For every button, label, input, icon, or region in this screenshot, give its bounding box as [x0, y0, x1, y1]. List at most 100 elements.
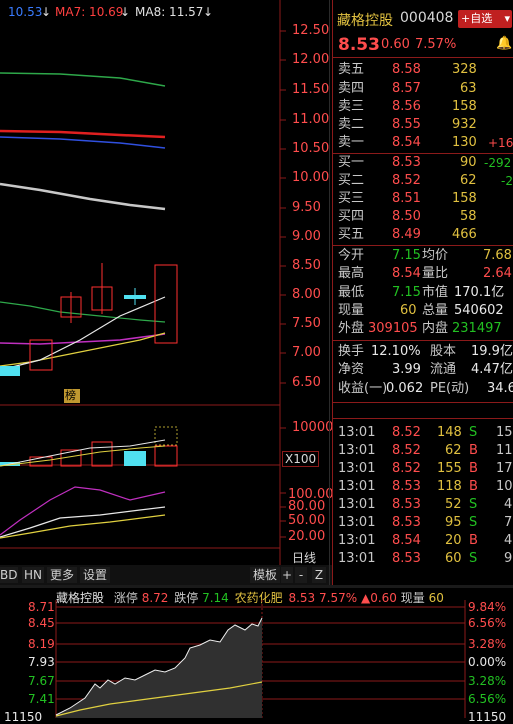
tick-count: 7: [504, 515, 513, 530]
ask-price: 8.56: [392, 99, 421, 114]
stat-label: 均价: [422, 248, 449, 263]
toolbar-btn-settings[interactable]: 设置: [80, 567, 110, 583]
stat-share-capital: 19.9亿: [471, 344, 513, 359]
osc-magenta: [0, 486, 166, 536]
arrow-down-icon: ↓: [120, 5, 131, 19]
price-change: 0.60: [381, 37, 410, 52]
bid-volume: 158: [452, 191, 477, 206]
tick-row: 13:01 8.52 62 B 11: [338, 442, 513, 460]
tick-time: 13:01: [338, 515, 376, 530]
kline-chart: [0, 0, 286, 565]
ask-price: 8.58: [392, 62, 421, 77]
ask-label: 卖五: [338, 62, 365, 77]
axis-label: 8.45: [28, 616, 55, 630]
bid-delta: -2: [501, 174, 513, 188]
ma-value-2: MA7: 10.69: [55, 5, 124, 19]
bid-price: 8.51: [392, 191, 421, 206]
toolbar-btn-hn[interactable]: HN: [22, 567, 44, 583]
tick-volume: 95: [445, 515, 462, 530]
toolbar-btn-template[interactable]: 模板: [250, 567, 280, 583]
add-watchlist-button[interactable]: +自选 ▾: [458, 10, 512, 28]
axis-label: 6.56%: [468, 692, 507, 706]
bid-volume: 466: [452, 227, 477, 242]
ma-line-green2: [0, 301, 166, 323]
toolbar-btn-more[interactable]: 更多: [47, 567, 77, 583]
axis-label: 6.50: [292, 375, 321, 390]
bid-label: 买四: [338, 209, 365, 224]
tick-side: S: [469, 551, 478, 566]
axis-label: 11.00: [292, 112, 330, 127]
bid-label: 买一: [338, 155, 365, 170]
ask-volume: 158: [452, 99, 477, 114]
bid-price: 8.49: [392, 227, 421, 242]
tick-count: 4: [504, 533, 513, 548]
bid-row: 买二 8.52 62 -2: [338, 172, 513, 190]
axis-label: 7.00: [292, 345, 321, 360]
tick-volume: 62: [445, 443, 462, 458]
axis-label: 10.50: [292, 141, 330, 156]
stat-float: 4.47亿: [471, 362, 513, 377]
price-change-pct: 7.57%: [415, 37, 457, 52]
axis-label: 0.00%: [468, 655, 507, 669]
ma-line-blue: [0, 136, 166, 149]
axis-label: 8.50: [292, 258, 321, 273]
stat-low: 7.15: [392, 285, 421, 300]
stock-code: 000408: [400, 10, 454, 26]
stat-high: 8.54: [392, 266, 421, 281]
stat-current-volume: 60: [400, 303, 417, 318]
intraday-price-area: [56, 618, 262, 718]
stat-label: 内盘: [422, 321, 449, 336]
axis-label: 10000: [292, 420, 334, 435]
period-label[interactable]: 日线: [292, 549, 316, 566]
tick-price: 8.53: [392, 479, 421, 494]
axis-label: 80.00: [288, 499, 326, 514]
arrow-down-icon: ↓: [203, 5, 214, 19]
tick-side: S: [469, 497, 478, 512]
tick-volume: 60: [445, 551, 462, 566]
stat-label: 股本: [430, 344, 457, 359]
toolbar-btn-zoom-out[interactable]: -: [295, 567, 307, 583]
tick-volume: 148: [437, 425, 462, 440]
tick-row: 13:01 8.52 155 B 17: [338, 460, 513, 478]
tick-row: 13:01 8.54 20 B 4: [338, 532, 513, 550]
ask-delta: +16: [488, 136, 513, 150]
ask-price: 8.54: [392, 135, 421, 150]
osc-yellow: [0, 514, 166, 539]
stat-label: 流通: [430, 362, 457, 377]
candle: [0, 366, 20, 376]
toolbar-btn-zoom-in[interactable]: +: [281, 567, 293, 583]
bell-icon[interactable]: 🔔: [496, 36, 512, 51]
tick-side: B: [469, 533, 478, 548]
tick-time: 13:01: [338, 479, 376, 494]
bid-delta: -292: [484, 156, 512, 170]
arrow-down-icon: ↓: [41, 5, 52, 19]
toolbar-btn-bd[interactable]: BD: [0, 567, 18, 583]
axis-label: 12.50: [292, 23, 330, 38]
stat-label: 今开: [338, 248, 365, 263]
tick-row: 13:01 8.53 118 B 10: [338, 478, 513, 496]
volume-bar: [91, 441, 113, 467]
toolbar-btn-z[interactable]: Z: [312, 567, 326, 583]
ask-label: 卖一: [338, 135, 365, 150]
axis-label: 7.93: [28, 655, 55, 669]
stat-volume-ratio: 2.64: [483, 266, 512, 281]
ma-value-1: 10.53: [8, 5, 43, 19]
bid-label: 买二: [338, 173, 365, 188]
tick-price: 8.52: [392, 461, 421, 476]
intraday-chart: [55, 600, 466, 718]
axis-label: 7.41: [28, 692, 55, 706]
stat-label: 现量: [338, 303, 365, 318]
axis-label: 50.00: [288, 513, 326, 528]
bid-label: 买三: [338, 191, 365, 206]
ask-row: 卖三 8.56 158: [338, 98, 513, 116]
tick-side: B: [469, 479, 478, 494]
axis-label: 10.00: [292, 170, 330, 185]
axis-label: 11150: [4, 710, 43, 724]
bid-row: 买五 8.49 466: [338, 226, 513, 244]
tick-count: 15: [496, 425, 513, 440]
bid-volume: 58: [460, 209, 477, 224]
stat-label: 外盘: [338, 321, 365, 336]
volume-bar: [154, 445, 178, 467]
tick-volume: 118: [437, 479, 462, 494]
axis-label: 8.71: [28, 600, 55, 614]
